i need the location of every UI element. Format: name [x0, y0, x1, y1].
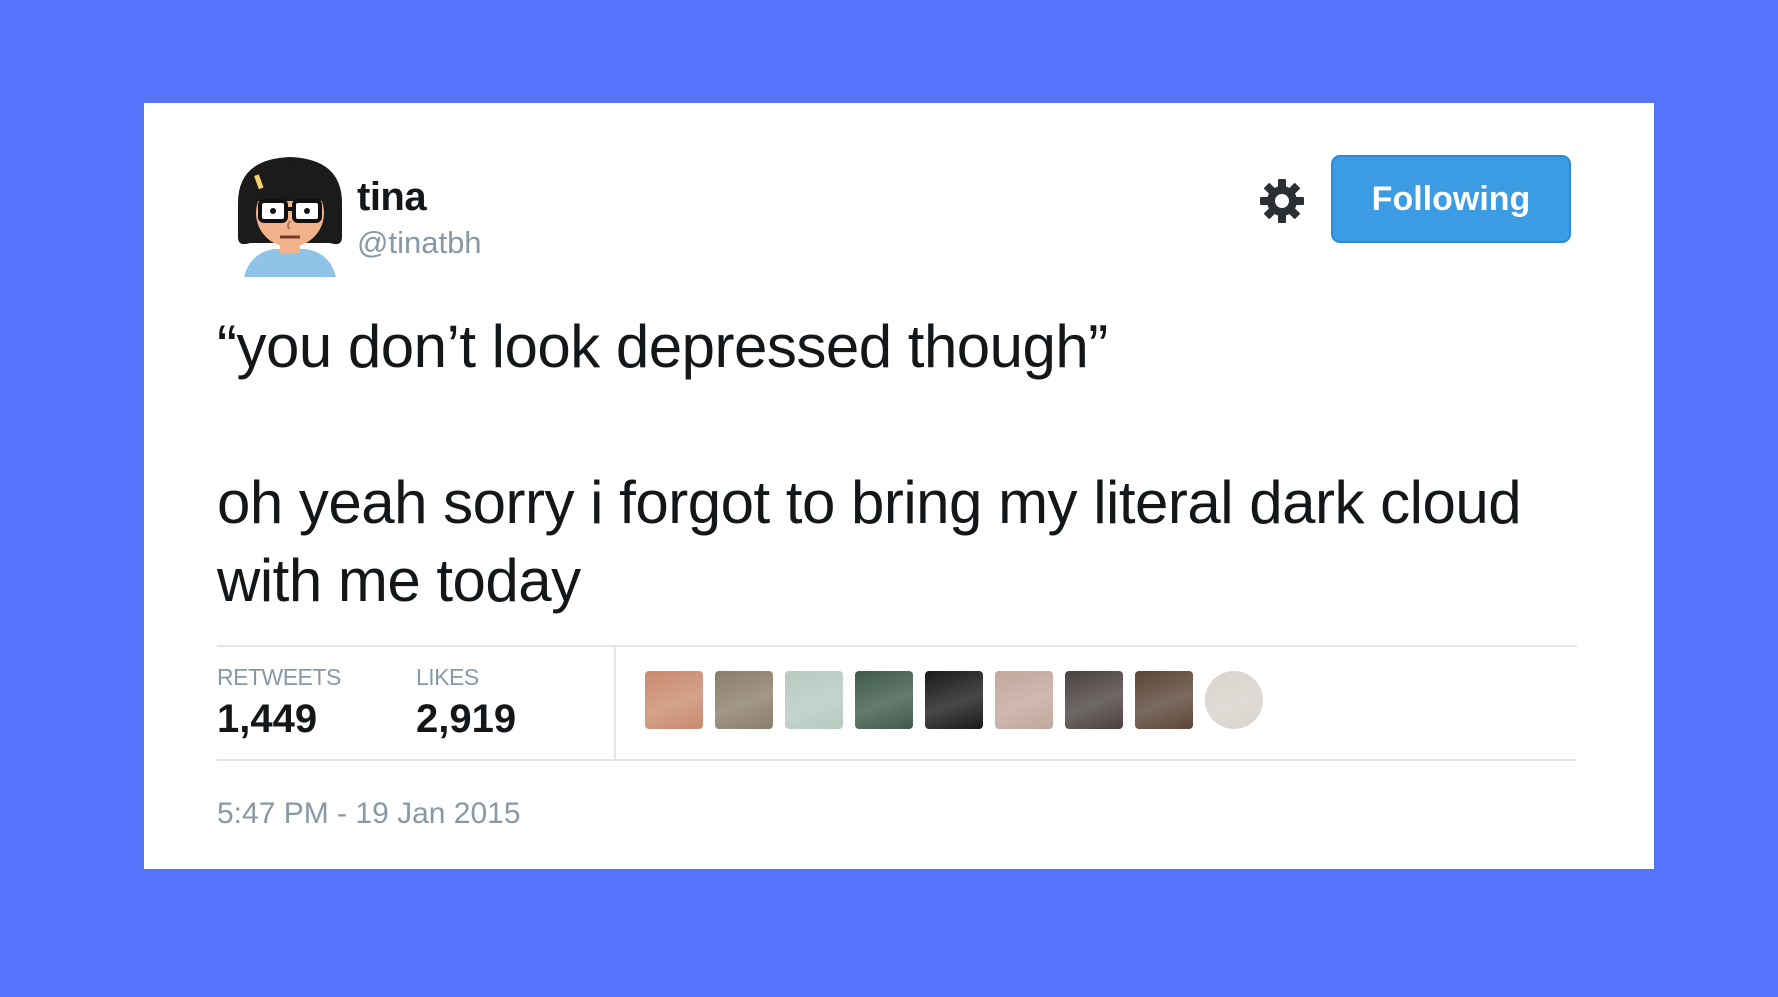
avatar[interactable] [230, 151, 350, 277]
tweet-text-line: “you don’t look depressed though” [217, 313, 1108, 380]
divider [217, 645, 1577, 647]
following-button[interactable]: Following [1331, 155, 1571, 243]
liker-avatar[interactable] [715, 671, 773, 729]
liker-avatar[interactable] [925, 671, 983, 729]
divider [217, 759, 1577, 761]
user-display-name[interactable]: tina [357, 175, 427, 220]
gear-icon[interactable] [1258, 177, 1306, 225]
divider [614, 647, 616, 759]
retweets-count[interactable]: 1,449 [217, 697, 317, 742]
likes-label[interactable]: LIKES [416, 664, 479, 691]
liker-avatar[interactable] [785, 671, 843, 729]
liker-avatar[interactable] [1065, 671, 1123, 729]
liker-avatar[interactable] [1135, 671, 1193, 729]
liker-avatar[interactable] [645, 671, 703, 729]
tweet-timestamp[interactable]: 5:47 PM - 19 Jan 2015 [217, 797, 521, 831]
tweet-text: “you don’t look depressed though” oh yea… [217, 308, 1577, 620]
tweet-text-line: oh yeah sorry i forgot to bring my liter… [217, 469, 1522, 614]
tweet-card: tina @tinatbh Following “you don’t look … [144, 103, 1654, 869]
liker-avatar[interactable] [995, 671, 1053, 729]
user-handle[interactable]: @tinatbh [357, 225, 482, 261]
likes-count[interactable]: 2,919 [416, 697, 516, 742]
liker-avatar[interactable] [855, 671, 913, 729]
liker-avatar[interactable] [1205, 671, 1263, 729]
retweets-label[interactable]: RETWEETS [217, 664, 341, 691]
liker-avatars [645, 671, 1263, 729]
